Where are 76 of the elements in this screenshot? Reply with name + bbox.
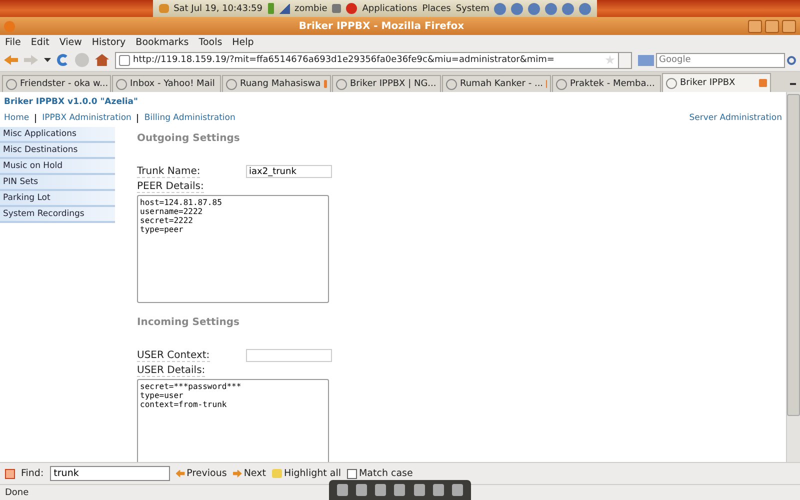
browser-tab[interactable]: Praktek - Memba... bbox=[552, 75, 661, 92]
menu-item[interactable]: View bbox=[59, 36, 82, 48]
minimize-button[interactable] bbox=[748, 20, 762, 32]
panel-menu[interactable]: Applications bbox=[362, 4, 418, 14]
panel-menu[interactable]: Places bbox=[422, 4, 451, 14]
section-heading: Outgoing Settings bbox=[137, 133, 241, 144]
field-label: PEER Details: bbox=[137, 180, 204, 192]
browser-tab[interactable]: Inbox - Yahoo! Mail bbox=[112, 75, 221, 92]
url-text: http://119.18.159.19/?mit=ffa6514676a693d1e29356fa0e36fe9c&miu=administrator&mim= bbox=[133, 55, 556, 65]
sidebar-item[interactable]: Parking Lot bbox=[0, 191, 115, 207]
tab-label: Briker IPPBX bbox=[680, 78, 736, 88]
next-button[interactable]: Next bbox=[232, 468, 266, 479]
panel-menu[interactable]: System bbox=[456, 4, 490, 14]
status-text: Done bbox=[5, 488, 29, 498]
favicon-icon bbox=[336, 78, 347, 90]
window-title: Briker IPPBX - Mozilla Firefox bbox=[298, 20, 466, 32]
checkbox[interactable] bbox=[346, 468, 357, 478]
menu-item[interactable]: Edit bbox=[30, 36, 50, 48]
menu-item[interactable]: History bbox=[92, 36, 126, 48]
tab-label: Briker IPPBX | NG... bbox=[350, 79, 436, 89]
field-label: USER Details: bbox=[137, 364, 206, 376]
reload-icon[interactable] bbox=[57, 54, 69, 66]
find-label: Find: bbox=[21, 468, 44, 479]
user-name[interactable]: zombie bbox=[294, 4, 328, 14]
field-label: USER Context: bbox=[137, 350, 210, 362]
url-field[interactable]: http://119.18.159.19/?mit=ffa6514676a693d1e29356fa0e36fe9c&miu=administrator&mim= bbox=[115, 52, 619, 68]
home-icon[interactable] bbox=[95, 54, 109, 66]
tab-label: Inbox - Yahoo! Mail bbox=[130, 79, 215, 89]
favicon-icon bbox=[226, 78, 237, 90]
caret-icon[interactable] bbox=[44, 58, 51, 62]
menu-item[interactable]: Help bbox=[232, 36, 254, 48]
checkbox-label: Match case bbox=[358, 468, 413, 479]
nav-link[interactable]: IPPBX Administration bbox=[42, 113, 132, 123]
field-label: Trunk Name: bbox=[137, 166, 200, 178]
highlight-all-button[interactable]: Highlight all bbox=[272, 468, 341, 479]
sidebar-item[interactable]: Misc Applications bbox=[0, 127, 115, 143]
nav-link[interactable]: Home bbox=[4, 113, 30, 123]
favicon-icon bbox=[666, 78, 677, 88]
browser-tab[interactable]: Friendster - oka w... bbox=[2, 75, 111, 92]
battery-icon[interactable] bbox=[268, 3, 274, 14]
scrollbar[interactable] bbox=[786, 92, 800, 462]
sidebar-item[interactable]: System Recordings bbox=[0, 207, 115, 223]
menu-item[interactable]: File bbox=[5, 36, 21, 48]
favicon-icon bbox=[446, 78, 457, 90]
menu-item[interactable]: Bookmarks bbox=[136, 36, 189, 48]
details-text-area[interactable]: secret=***password*** type=user context=from-trunk bbox=[137, 379, 329, 462]
find-field[interactable]: trunk bbox=[50, 466, 170, 481]
tab-label: Praktek - Memba... bbox=[570, 79, 655, 89]
text-field[interactable]: iax2_trunk bbox=[246, 165, 332, 178]
browser-tab[interactable]: Rumah Kanker - ... bbox=[442, 75, 551, 92]
tab-label: Friendster - oka w... bbox=[20, 79, 108, 89]
sidebar-item[interactable]: Music on Hold bbox=[0, 159, 115, 175]
favicon-icon bbox=[116, 78, 127, 90]
menu-item[interactable]: Tools bbox=[198, 36, 222, 48]
favicon-icon bbox=[6, 78, 17, 90]
details-text-area[interactable]: host=124.81.87.85 username=2222 secret=2222 type=peer bbox=[137, 195, 329, 303]
nav-link[interactable]: Server Administration bbox=[689, 113, 782, 123]
favicon-icon bbox=[556, 78, 567, 90]
browser-tab[interactable]: Ruang Mahasiswa bbox=[222, 75, 331, 92]
clock-text[interactable]: Sat Jul 19, 10:43:59 bbox=[174, 4, 262, 14]
tab-label: Rumah Kanker - ... bbox=[460, 79, 544, 89]
text-field[interactable] bbox=[246, 349, 332, 362]
browser-tab[interactable]: Briker IPPBX bbox=[662, 73, 771, 92]
site-title: Briker IPPBX v1.0.0 "Azelia" bbox=[3, 96, 139, 109]
maximize-button[interactable] bbox=[765, 20, 779, 32]
sidebar-item[interactable]: Misc Destinations bbox=[0, 143, 115, 159]
section-heading: Incoming Settings bbox=[137, 317, 240, 328]
browser-tab[interactable]: Briker IPPBX | NG... bbox=[332, 75, 441, 92]
search-field[interactable]: Google bbox=[656, 52, 785, 68]
close-button[interactable] bbox=[782, 20, 796, 32]
search-icon[interactable] bbox=[787, 56, 796, 64]
nav-link[interactable]: Billing Administration bbox=[144, 113, 236, 123]
dropdown-button[interactable] bbox=[618, 52, 632, 68]
previous-button[interactable]: Previous bbox=[176, 468, 227, 479]
sidebar-item[interactable]: PIN Sets bbox=[0, 175, 115, 191]
tab-label: Ruang Mahasiswa bbox=[240, 79, 321, 89]
